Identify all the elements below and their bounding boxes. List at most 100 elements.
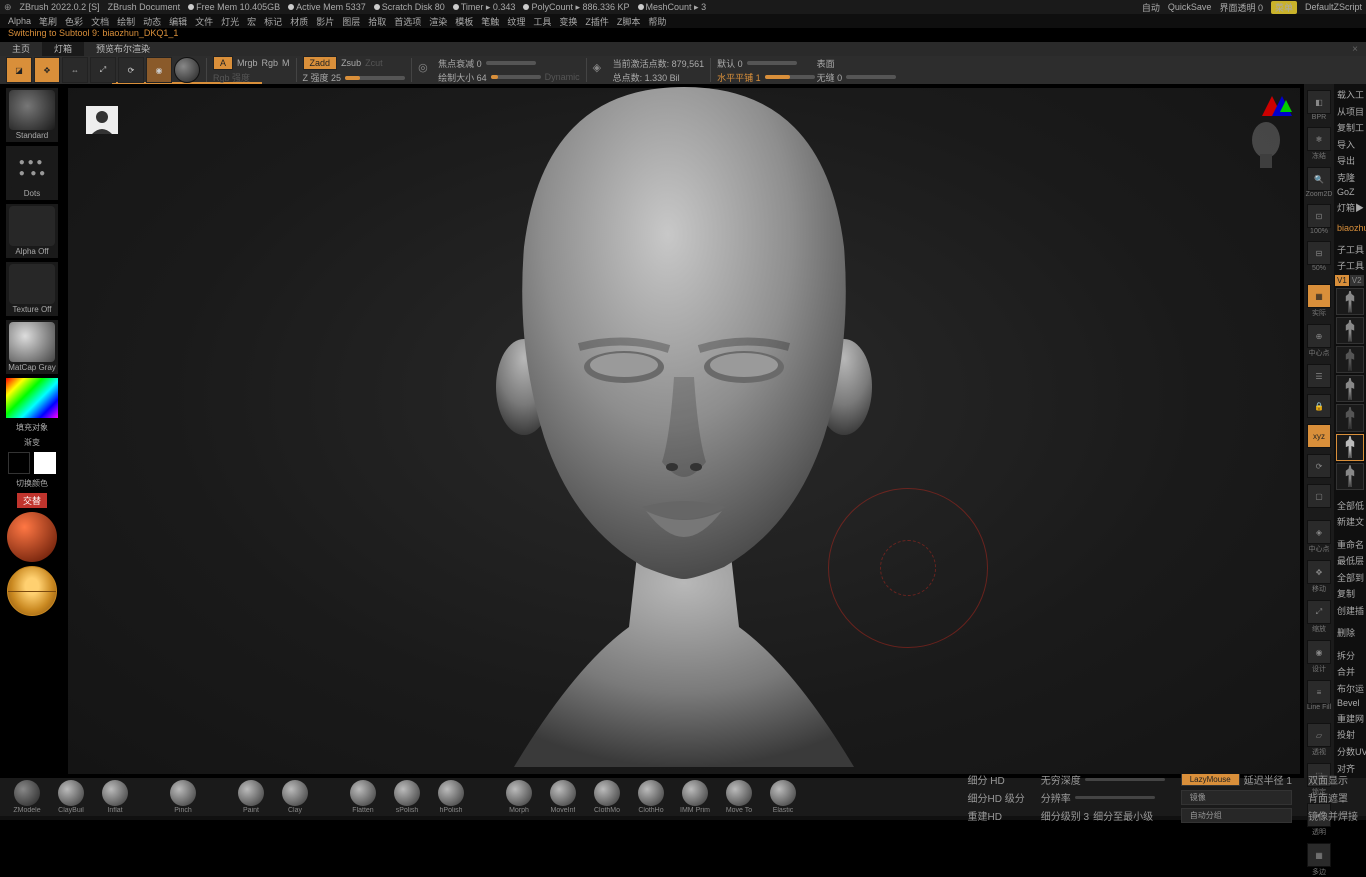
menu-item[interactable]: 渲染 [429, 15, 447, 28]
rp-merge[interactable]: 合并 [1334, 663, 1366, 680]
alt-button[interactable]: 交替 [17, 493, 47, 508]
focal-slider[interactable] [486, 61, 536, 65]
tab-close-icon[interactable]: × [1344, 44, 1366, 55]
menu-item[interactable]: 影片 [316, 15, 334, 28]
color-picker[interactable] [6, 378, 58, 418]
rp-copy[interactable]: 复制工 [1334, 119, 1366, 136]
lock-icon[interactable]: 🔒 [1307, 394, 1331, 418]
menu-item[interactable]: 材质 [290, 15, 308, 28]
xyz-button[interactable]: xyz [1307, 424, 1331, 448]
menu-item[interactable]: 笔刷 [39, 15, 57, 28]
rp-tab-v2[interactable]: V2 [1350, 275, 1364, 286]
menu-item[interactable]: 工具 [533, 15, 551, 28]
rp-duplicate[interactable]: 复制 [1334, 585, 1366, 602]
center-view-button[interactable]: ◈ [1307, 520, 1331, 544]
back-mask-label[interactable]: 背面遮罩 [1308, 790, 1358, 805]
edit-tool-icon[interactable]: ◪ [6, 57, 32, 83]
axis-gizmo-icon[interactable] [1256, 96, 1292, 120]
bpr-button[interactable]: ◧ [1307, 90, 1331, 114]
rp-bevel[interactable]: Bevel [1334, 696, 1366, 710]
rp-clone[interactable]: 克隆 [1334, 169, 1366, 186]
draw-tool-icon[interactable]: ✥ [34, 57, 60, 83]
menu-item[interactable]: 帮助 [648, 15, 666, 28]
m-label[interactable]: M [282, 58, 290, 68]
rotate-icon[interactable]: ⟳ [1307, 454, 1331, 478]
brush-slot[interactable]: Standard [6, 88, 58, 142]
tab-home[interactable]: 主页 [0, 42, 42, 56]
inf-depth-slider[interactable] [1085, 778, 1165, 781]
rotate-tool-icon[interactable]: ⟳ [118, 57, 144, 83]
subtool-thumb[interactable] [1336, 288, 1364, 315]
menu-item[interactable]: 宏 [247, 15, 256, 28]
rp-all-to[interactable]: 全部到 [1334, 569, 1366, 586]
rp-all-low[interactable]: 全部低 [1334, 497, 1366, 514]
rotate-view-button[interactable]: ◉ [1307, 640, 1331, 664]
tab-lightbox[interactable]: 灯箱 [42, 42, 84, 56]
resolution-label[interactable]: 分辨率 [1041, 790, 1071, 805]
subtool-thumb[interactable] [1336, 463, 1364, 490]
wire-view-button[interactable]: ▦ [1307, 843, 1331, 867]
zsub-label[interactable]: Zsub [341, 58, 361, 68]
swap-color-label[interactable]: 切换颜色 [16, 478, 48, 489]
subtool-thumb-selected[interactable] [1336, 434, 1364, 461]
gradient-button[interactable]: 渐变 [24, 437, 40, 448]
menu-item[interactable]: Z脚本 [617, 15, 641, 28]
rp-lightbox[interactable]: 灯箱▶ [1334, 199, 1366, 216]
menu-badge[interactable]: 菜单 [1271, 1, 1297, 14]
menu-item[interactable]: 纹理 [507, 15, 525, 28]
auto-label[interactable]: 自动 [1142, 1, 1160, 14]
menu-item[interactable]: 首选项 [394, 15, 421, 28]
material-ball-icon[interactable] [174, 57, 200, 83]
material-slot[interactable]: MatCap Gray [6, 320, 58, 374]
rp-lowest[interactable]: 最低层 [1334, 552, 1366, 569]
rp-subtool-header[interactable]: 子工具 [1334, 241, 1366, 258]
dashed-rect-icon[interactable]: ▢ [1307, 484, 1331, 508]
tab-preview[interactable]: 预览布尔渲染 [84, 42, 162, 56]
persp-button[interactable]: ▱ [1307, 723, 1331, 747]
quicksave-button[interactable]: QuickSave [1168, 2, 1212, 12]
rp-delete[interactable]: 删除 [1334, 624, 1366, 641]
rp-split[interactable]: 拆分 [1334, 647, 1366, 664]
mirror-button[interactable]: 镜像 [1181, 790, 1292, 805]
material-preview-gold[interactable] [7, 566, 57, 616]
default-zscript[interactable]: DefaultZScript [1305, 2, 1362, 12]
rp-insert[interactable]: 创建插 [1334, 602, 1366, 619]
stroke-slot[interactable]: ● ● ●● ● ●Dots [6, 146, 58, 200]
rp-import[interactable]: 导入 [1334, 136, 1366, 153]
menu-item[interactable]: 动态 [143, 15, 161, 28]
auto-group-button[interactable]: 自动分组 [1181, 808, 1292, 823]
scale-100-button[interactable]: ⊡ [1307, 204, 1331, 228]
freeze-button[interactable]: ❄ [1307, 127, 1331, 151]
mru-slider[interactable] [747, 61, 797, 65]
frame-button[interactable]: ▦ [1307, 284, 1331, 308]
rp-rename[interactable]: 重命名 [1334, 536, 1366, 553]
linefill-button[interactable]: ≡ [1307, 680, 1331, 704]
menu-item[interactable]: Z插件 [585, 15, 609, 28]
resolution-slider[interactable] [1075, 796, 1155, 799]
move-tool-icon[interactable]: ⇔ [62, 57, 88, 83]
rp-from-project[interactable]: 从项目 [1334, 103, 1366, 120]
menu-item[interactable]: 变换 [559, 15, 577, 28]
menu-item[interactable]: 图层 [342, 15, 360, 28]
subtool-thumb[interactable] [1336, 346, 1364, 373]
subtool-thumb[interactable] [1336, 375, 1364, 402]
subtool-thumb[interactable] [1336, 317, 1364, 344]
menu-item[interactable]: 绘制 [117, 15, 135, 28]
rp-boolean[interactable]: 布尔运 [1334, 680, 1366, 697]
zoom2d-button[interactable]: 🔍 [1307, 167, 1331, 191]
scale-50-button[interactable]: ⊟ [1307, 241, 1331, 265]
alpha-slot[interactable]: Alpha Off [6, 204, 58, 258]
mirror-weld-label[interactable]: 镜像并焊接 [1308, 808, 1358, 823]
rp-project[interactable]: 投射 [1334, 726, 1366, 743]
menu-item[interactable]: 编辑 [169, 15, 187, 28]
mrgb-label[interactable]: Mrgb [237, 58, 258, 68]
menu-item[interactable]: 笔触 [481, 15, 499, 28]
menu-item[interactable]: 拾取 [368, 15, 386, 28]
center-button[interactable]: ⊕ [1307, 324, 1331, 348]
rp-remesh[interactable]: 重建网 [1334, 710, 1366, 727]
rgb-label[interactable]: Rgb [262, 58, 279, 68]
scale-view-button[interactable]: ⤢ [1307, 600, 1331, 624]
menu-item[interactable]: 模板 [455, 15, 473, 28]
camera-head-icon[interactable] [1246, 120, 1286, 170]
sliders-icon[interactable]: ☰ [1307, 364, 1331, 388]
